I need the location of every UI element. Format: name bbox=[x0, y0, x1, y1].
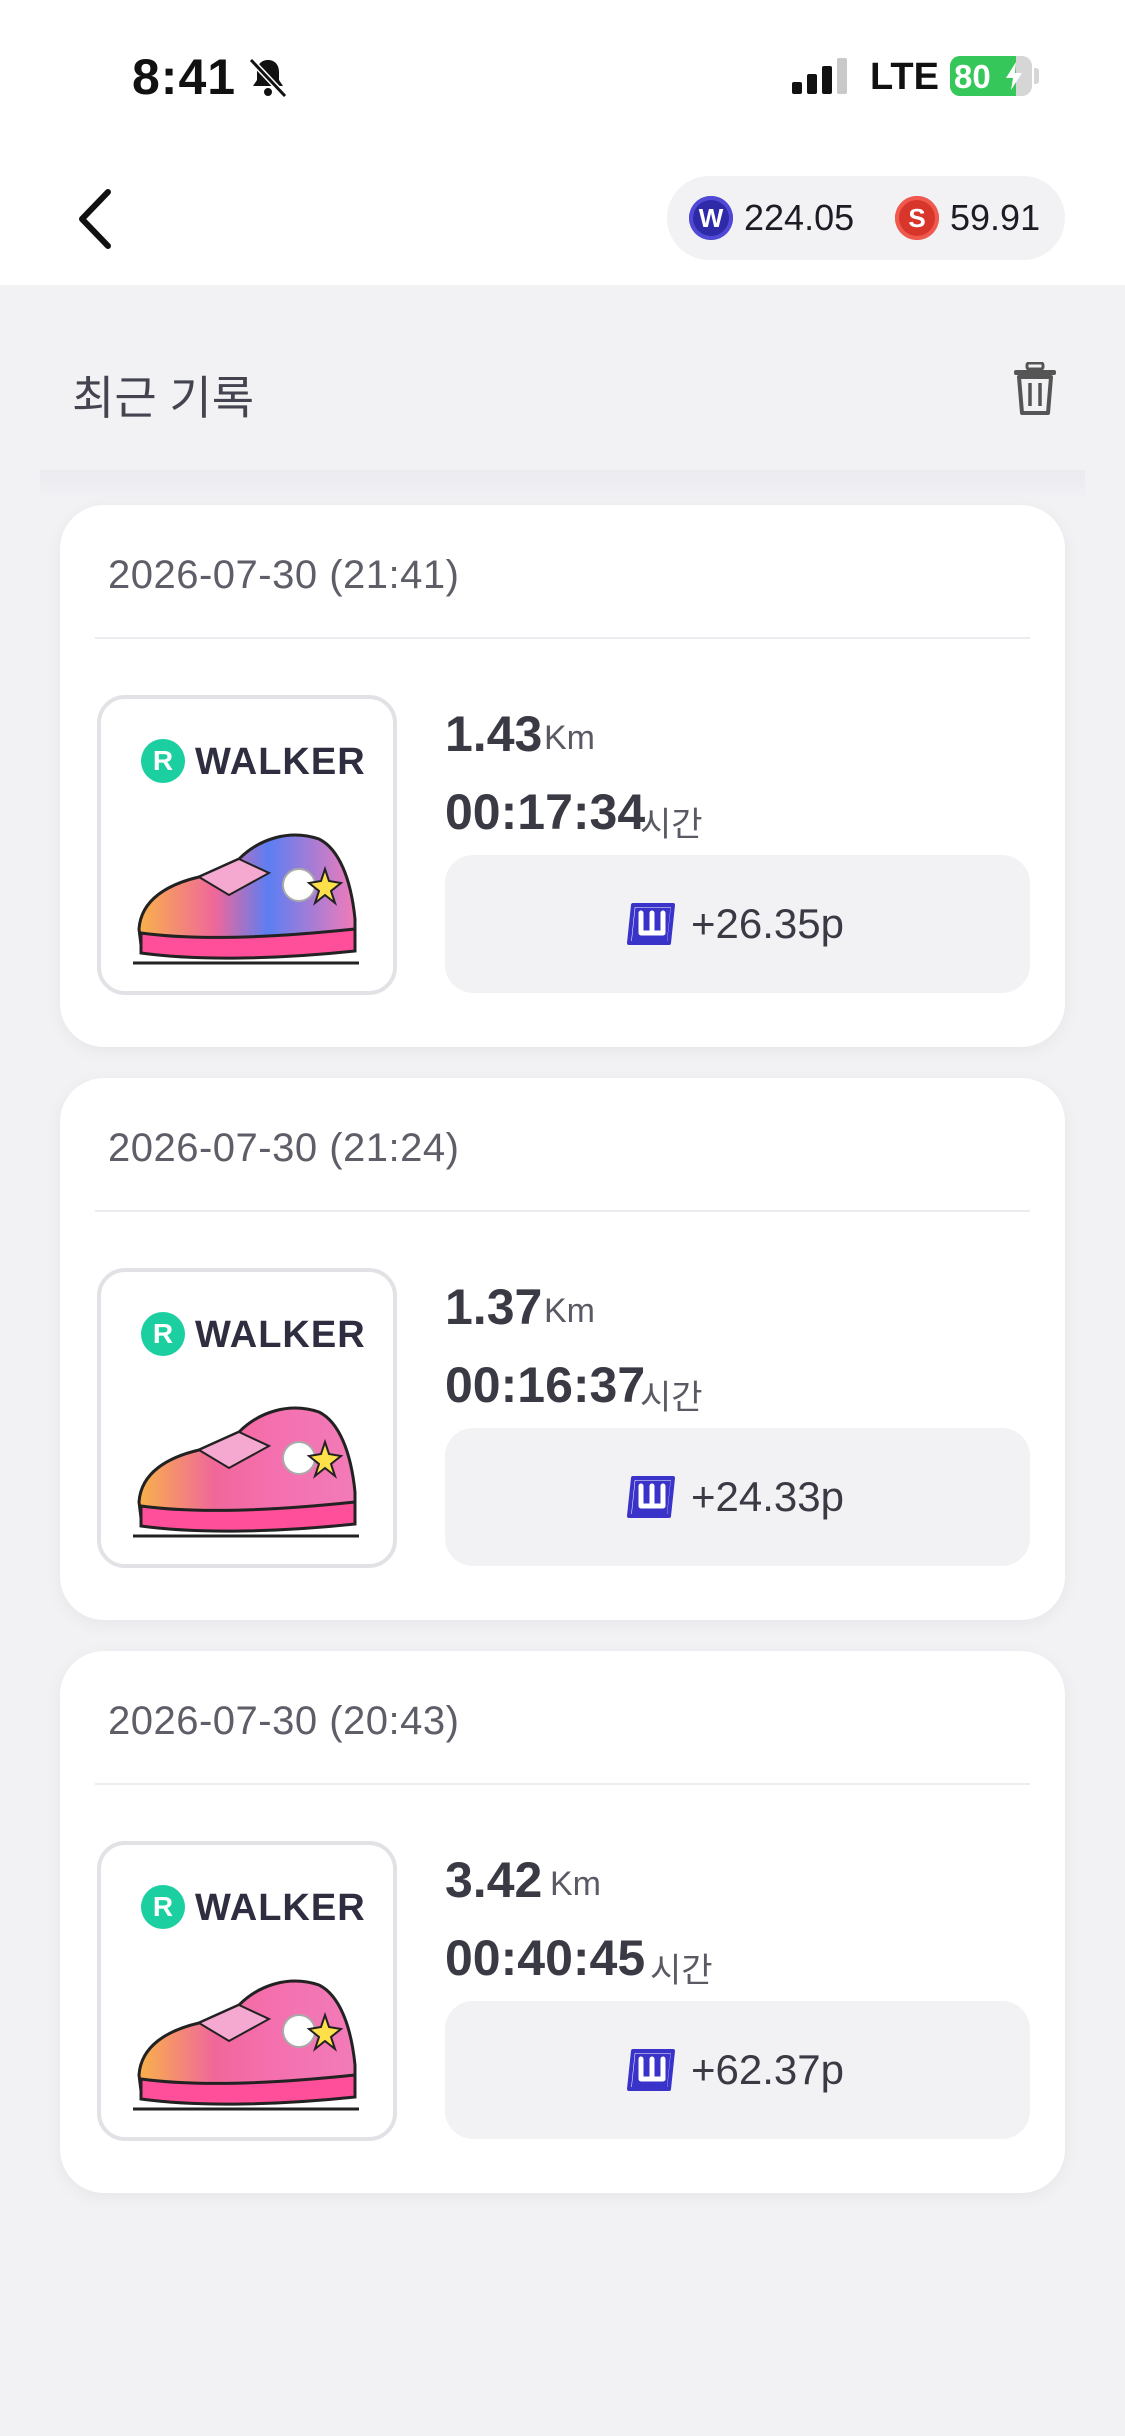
record-date: 2026-07-30 (20:43) bbox=[108, 1699, 460, 1743]
w-coin-icon: W bbox=[689, 196, 733, 240]
signal-icon bbox=[792, 58, 847, 94]
brand-badge: R bbox=[141, 1312, 185, 1356]
brand-badge: R bbox=[141, 739, 185, 783]
card-divider bbox=[95, 637, 1030, 639]
record-card[interactable]: 2026-07-30 (20:43) R WALKER 3.42 Km 00:4… bbox=[60, 1651, 1065, 2193]
w-point-icon bbox=[627, 903, 675, 945]
reward-value: +24.33p bbox=[691, 1473, 844, 1520]
record-date: 2026-07-30 (21:41) bbox=[108, 553, 460, 597]
chevron-left-icon[interactable] bbox=[70, 186, 120, 252]
distance-value: 3.42 bbox=[445, 1852, 543, 1908]
distance-unit: Km bbox=[544, 719, 595, 757]
s-coin-icon: S bbox=[895, 196, 939, 240]
balance-pill: W 224.05 S 59.91 bbox=[667, 176, 1065, 260]
battery-icon: 80 bbox=[950, 56, 1032, 96]
record-card[interactable]: 2026-07-30 (21:41) R WALKER 1.43 Km 00:1… bbox=[60, 505, 1065, 1047]
sneaker-icon bbox=[133, 1406, 359, 1538]
network-label: LTE bbox=[870, 56, 939, 98]
reward-badge[interactable]: +26.35p bbox=[445, 855, 1030, 993]
card-divider bbox=[95, 1783, 1030, 1785]
section-title: 최근 기록 bbox=[72, 372, 255, 424]
duration-value: 00:16:37 bbox=[445, 1357, 646, 1413]
trash-icon[interactable] bbox=[1012, 362, 1058, 416]
card-divider bbox=[95, 1210, 1030, 1212]
charging-bolt-icon bbox=[1006, 62, 1022, 90]
w-balance-value: 224.05 bbox=[744, 197, 855, 238]
distance-unit: Km bbox=[544, 1292, 595, 1330]
reward-value: +26.35p bbox=[691, 900, 844, 947]
status-time: 8:41 bbox=[132, 49, 237, 105]
w-point-icon bbox=[627, 2049, 675, 2091]
record-date: 2026-07-30 (21:24) bbox=[108, 1126, 460, 1170]
distance-value: 1.37 bbox=[445, 1279, 543, 1335]
duration-unit: 시간 bbox=[640, 1379, 703, 1417]
brand-name: WALKER bbox=[195, 1887, 366, 1929]
brand-name: WALKER bbox=[195, 1314, 366, 1356]
distance-unit: Km bbox=[550, 1865, 601, 1903]
top-bar: 8:41 LTE 80 W 224.05 S 59.91 bbox=[0, 0, 1125, 285]
record-card[interactable]: 2026-07-30 (21:24) R WALKER 1.37 Km 00:1… bbox=[60, 1078, 1065, 1620]
shoe-thumbnail: R WALKER bbox=[97, 1268, 397, 1568]
distance-value: 1.43 bbox=[445, 706, 543, 762]
duration-value: 00:40:45 bbox=[445, 1930, 646, 1986]
shoe-thumbnail: R WALKER bbox=[97, 1841, 397, 2141]
bell-mute-icon bbox=[248, 57, 288, 99]
brand-name: WALKER bbox=[195, 741, 366, 783]
reward-value: +62.37p bbox=[691, 2046, 844, 2093]
duration-unit: 시간 bbox=[640, 806, 703, 844]
battery-level: 80 bbox=[954, 58, 991, 95]
reward-badge[interactable]: +62.37p bbox=[445, 2001, 1030, 2139]
section-divider bbox=[40, 470, 1085, 500]
sneaker-icon bbox=[133, 833, 359, 965]
duration-unit: 시간 bbox=[650, 1952, 713, 1990]
duration-value: 00:17:34 bbox=[445, 784, 646, 840]
battery-cap bbox=[1034, 68, 1039, 84]
reward-badge[interactable]: +24.33p bbox=[445, 1428, 1030, 1566]
brand-badge: R bbox=[141, 1885, 185, 1929]
s-balance-value: 59.91 bbox=[950, 197, 1041, 238]
shoe-thumbnail: R WALKER bbox=[97, 695, 397, 995]
sneaker-icon bbox=[133, 1979, 359, 2111]
w-point-icon bbox=[627, 1476, 675, 1518]
